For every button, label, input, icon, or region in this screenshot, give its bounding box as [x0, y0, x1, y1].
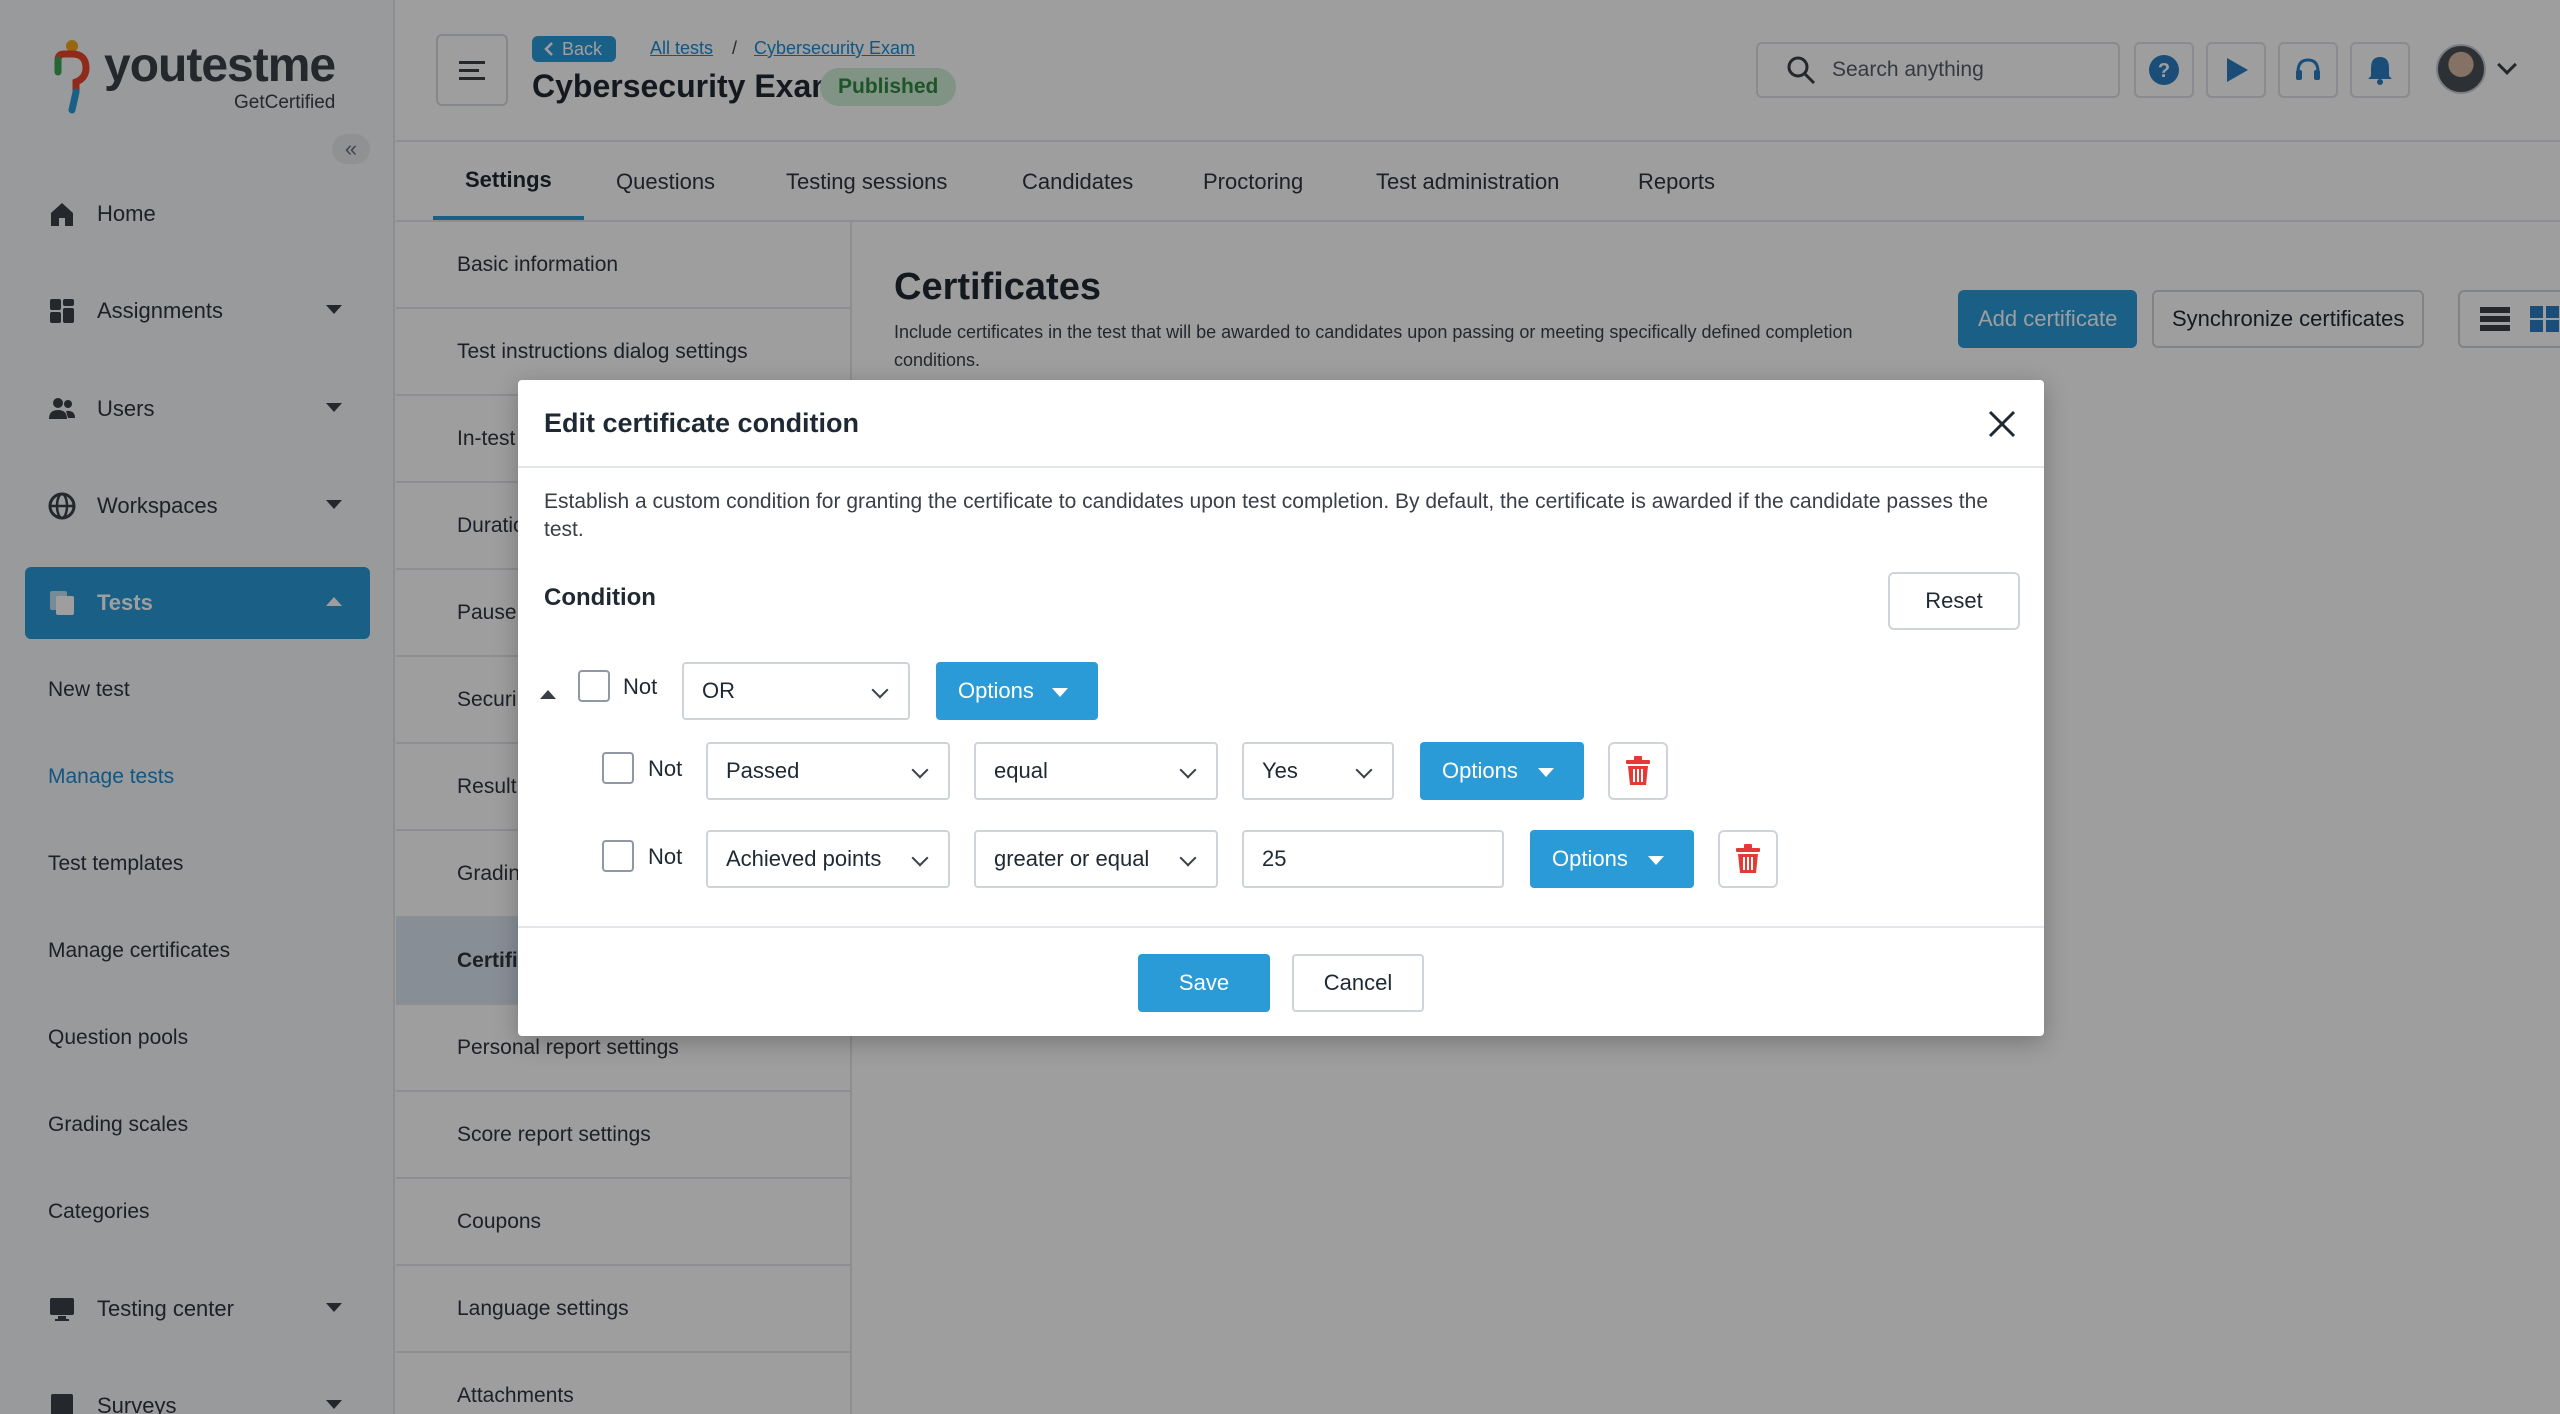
group-options-button[interactable]: Options — [936, 662, 1098, 720]
row1-delete-button[interactable] — [1608, 742, 1668, 800]
row2-comparator-select[interactable]: greater or equal — [974, 830, 1218, 888]
row1-comparator-select[interactable]: equal — [974, 742, 1218, 800]
chevron-down-icon — [1179, 849, 1197, 867]
row1-field-select[interactable]: Passed — [706, 742, 950, 800]
collapse-group-icon[interactable] — [540, 690, 556, 699]
save-button[interactable]: Save — [1138, 954, 1270, 1012]
row2-options-button[interactable]: Options — [1530, 830, 1694, 888]
row2-comparator-value: greater or equal — [994, 846, 1150, 871]
group-not-checkbox[interactable] — [578, 670, 610, 702]
options-label: Options — [1442, 758, 1518, 783]
dialog-footer: Save Cancel — [518, 926, 2044, 1036]
trash-icon — [1736, 844, 1760, 873]
dialog-title: Edit certificate condition — [544, 408, 860, 438]
row1-options-button[interactable]: Options — [1420, 742, 1584, 800]
close-icon — [1988, 410, 2016, 438]
trash-icon — [1626, 756, 1650, 785]
options-label: Options — [958, 678, 1034, 703]
chevron-down-icon — [1355, 761, 1373, 779]
caret-down-icon — [1648, 856, 1664, 865]
row1-field-value: Passed — [726, 758, 800, 783]
caret-down-icon — [1538, 768, 1554, 777]
chevron-down-icon — [911, 849, 929, 867]
row2-not-label: Not — [648, 844, 683, 869]
chevron-down-icon — [1179, 761, 1197, 779]
row1-value: Yes — [1262, 758, 1298, 783]
chevron-down-icon — [871, 681, 889, 699]
close-button[interactable] — [1984, 406, 2020, 442]
group-operator-value: OR — [702, 678, 735, 703]
dialog-header: Edit certificate condition — [518, 380, 2044, 468]
row1-not-label: Not — [648, 756, 683, 781]
group-not-label: Not — [623, 674, 658, 699]
edit-certificate-condition-dialog: Edit certificate condition Establish a c… — [518, 380, 2044, 1036]
options-label: Options — [1552, 846, 1628, 871]
row1-value-select[interactable]: Yes — [1242, 742, 1394, 800]
condition-label: Condition — [544, 584, 656, 611]
caret-down-icon — [1052, 688, 1068, 697]
cancel-button[interactable]: Cancel — [1292, 954, 1424, 1012]
row2-not-checkbox[interactable] — [602, 840, 634, 872]
row2-value-input[interactable]: 25 — [1242, 830, 1504, 888]
group-operator-select[interactable]: OR — [682, 662, 910, 720]
row1-comparator-value: equal — [994, 758, 1048, 783]
reset-button[interactable]: Reset — [1888, 572, 2020, 630]
dialog-description: Establish a custom condition for grantin… — [544, 490, 1988, 541]
chevron-down-icon — [911, 761, 929, 779]
row2-delete-button[interactable] — [1718, 830, 1778, 888]
row2-field-select[interactable]: Achieved points — [706, 830, 950, 888]
row2-field-value: Achieved points — [726, 846, 882, 871]
row2-value: 25 — [1262, 846, 1287, 871]
row1-not-checkbox[interactable] — [602, 752, 634, 784]
